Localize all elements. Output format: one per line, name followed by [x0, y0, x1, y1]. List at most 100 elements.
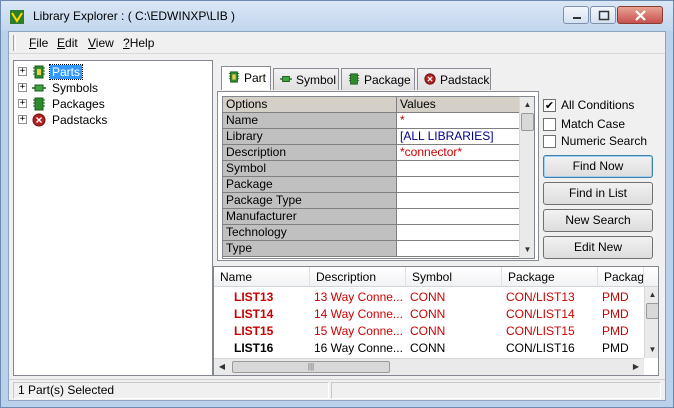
- grid-row[interactable]: Library [ALL LIBRARIES]: [223, 129, 519, 145]
- grid-value[interactable]: [397, 241, 519, 257]
- cell-extra: PMD: [602, 307, 629, 321]
- library-tree: + Parts + Symbols + Packages + Padstacks: [13, 60, 213, 376]
- tab-package-label: Package: [364, 73, 411, 87]
- column-header-description[interactable]: Description: [310, 267, 406, 287]
- grid-row[interactable]: Type: [223, 241, 519, 257]
- tab-symbol[interactable]: Symbol: [273, 68, 339, 90]
- title-bar[interactable]: Library Explorer : ( C:\EDWINXP\LIB ): [1, 1, 673, 31]
- column-header-name[interactable]: Name: [214, 267, 310, 287]
- results-vscrollbar[interactable]: ▲ ▼: [644, 287, 658, 358]
- grid-row[interactable]: Symbol: [223, 161, 519, 177]
- grid-value[interactable]: [397, 177, 519, 193]
- cell-package: CON/LIST14: [506, 307, 575, 321]
- grid-header-values: Values: [397, 97, 519, 113]
- grid-header-options: Options: [223, 97, 397, 113]
- scroll-up-icon[interactable]: ▲: [645, 287, 658, 303]
- scroll-thumb[interactable]: [521, 113, 534, 131]
- grid-value[interactable]: *connector*: [397, 145, 519, 161]
- new-search-button[interactable]: New Search: [543, 209, 653, 232]
- cell-description: 15 Way Conne...: [314, 324, 403, 338]
- tab-package[interactable]: Package: [341, 68, 415, 90]
- library-explorer-window: Library Explorer : ( C:\EDWINXP\LIB ) Fi…: [0, 0, 674, 408]
- table-row[interactable]: LIST15 15 Way Conne... CONN CON/LIST15 P…: [214, 323, 644, 340]
- maximize-icon: [598, 10, 610, 21]
- cell-description: 13 Way Conne...: [314, 290, 403, 304]
- expand-icon[interactable]: +: [18, 67, 27, 76]
- grid-value[interactable]: [397, 209, 519, 225]
- table-row[interactable]: LIST14 14 Way Conne... CONN CON/LIST14 P…: [214, 306, 644, 323]
- grid-value[interactable]: [ALL LIBRARIES]: [397, 129, 519, 145]
- menu-help[interactable]: ?Help: [123, 36, 154, 50]
- tree-label-packages: Packages: [52, 97, 105, 111]
- find-now-button[interactable]: Find Now: [543, 155, 653, 178]
- table-row[interactable]: LIST13 13 Way Conne... CONN CON/LIST13 P…: [214, 289, 644, 306]
- cell-package: CON/LIST16: [506, 341, 575, 355]
- checkbox-box[interactable]: [543, 135, 556, 148]
- cell-symbol: CONN: [410, 290, 446, 304]
- cell-symbol: CONN: [410, 324, 446, 338]
- cell-description: 16 Way Conne...: [314, 341, 403, 355]
- results-header: Name Description Symbol Package Package: [214, 267, 658, 287]
- cell-name: LIST14: [234, 307, 274, 321]
- tab-part[interactable]: Part: [221, 66, 271, 90]
- tab-symbol-label: Symbol: [296, 73, 337, 87]
- grid-row[interactable]: Package: [223, 177, 519, 193]
- close-button[interactable]: [617, 6, 663, 24]
- checkbox-label: Match Case: [561, 117, 626, 131]
- scroll-thumb[interactable]: [646, 303, 658, 319]
- menu-file-label: ile: [36, 36, 49, 50]
- expand-icon[interactable]: +: [18, 115, 27, 124]
- expand-icon[interactable]: +: [18, 83, 27, 92]
- tree-label-symbols: Symbols: [52, 81, 99, 95]
- edit-new-button[interactable]: Edit New: [543, 236, 653, 259]
- menu-file[interactable]: File: [29, 36, 48, 50]
- checkbox-box[interactable]: ✔: [543, 99, 556, 112]
- scroll-left-icon[interactable]: ◀: [214, 359, 230, 375]
- scroll-up-icon[interactable]: ▲: [520, 97, 534, 113]
- column-header-symbol[interactable]: Symbol: [406, 267, 502, 287]
- scroll-thumb[interactable]: |||: [232, 361, 390, 373]
- app-icon: [10, 10, 24, 24]
- find-in-list-button[interactable]: Find in List: [543, 182, 653, 205]
- padstack-icon: [424, 73, 436, 85]
- grid-row[interactable]: Name *: [223, 113, 519, 129]
- grid-row[interactable]: Technology: [223, 225, 519, 241]
- part-icon: [33, 65, 45, 79]
- window-title: Library Explorer : ( C:\EDWINXP\LIB ): [33, 9, 236, 23]
- scroll-down-icon[interactable]: ▼: [520, 242, 534, 258]
- grid-value[interactable]: [397, 161, 519, 177]
- grid-row[interactable]: Manufacturer: [223, 209, 519, 225]
- status-selection: 1 Part(s) Selected: [13, 382, 329, 399]
- maximize-button[interactable]: [590, 6, 616, 24]
- minimize-button[interactable]: [563, 6, 589, 24]
- menu-edit-accel: E: [57, 36, 66, 50]
- expand-icon[interactable]: +: [18, 99, 27, 108]
- grid-option: Name: [223, 113, 397, 129]
- menu-edit[interactable]: Edit: [57, 36, 78, 50]
- grid-row[interactable]: Description *connector*: [223, 145, 519, 161]
- cell-description: 14 Way Conne...: [314, 307, 403, 321]
- results-hscrollbar[interactable]: ◀ ||| ▶: [214, 358, 644, 375]
- grid-option: Symbol: [223, 161, 397, 177]
- status-pane-empty: [331, 382, 661, 399]
- column-header-package-type[interactable]: Package: [598, 267, 644, 287]
- column-header-package[interactable]: Package: [502, 267, 598, 287]
- tab-padstack[interactable]: Padstack: [417, 68, 491, 90]
- menu-help-label: Help: [129, 36, 155, 50]
- cell-symbol: CONN: [410, 307, 446, 321]
- menu-edit-label: dit: [65, 36, 78, 50]
- package-icon: [348, 73, 360, 85]
- symbol-icon: [32, 84, 46, 92]
- grid-row[interactable]: Package Type: [223, 193, 519, 209]
- checkbox-box[interactable]: [543, 118, 556, 131]
- menu-view[interactable]: View: [88, 36, 114, 50]
- grid-value[interactable]: [397, 225, 519, 241]
- scroll-right-icon[interactable]: ▶: [628, 359, 644, 375]
- scroll-down-icon[interactable]: ▼: [645, 342, 658, 358]
- grid-value[interactable]: *: [397, 113, 519, 129]
- cell-package: CON/LIST13: [506, 290, 575, 304]
- grid-value[interactable]: [397, 193, 519, 209]
- table-row[interactable]: LIST16 16 Way Conne... CONN CON/LIST16 P…: [214, 340, 644, 357]
- cell-extra: PMD: [602, 341, 629, 355]
- grid-vscrollbar[interactable]: ▲ ▼: [519, 97, 534, 258]
